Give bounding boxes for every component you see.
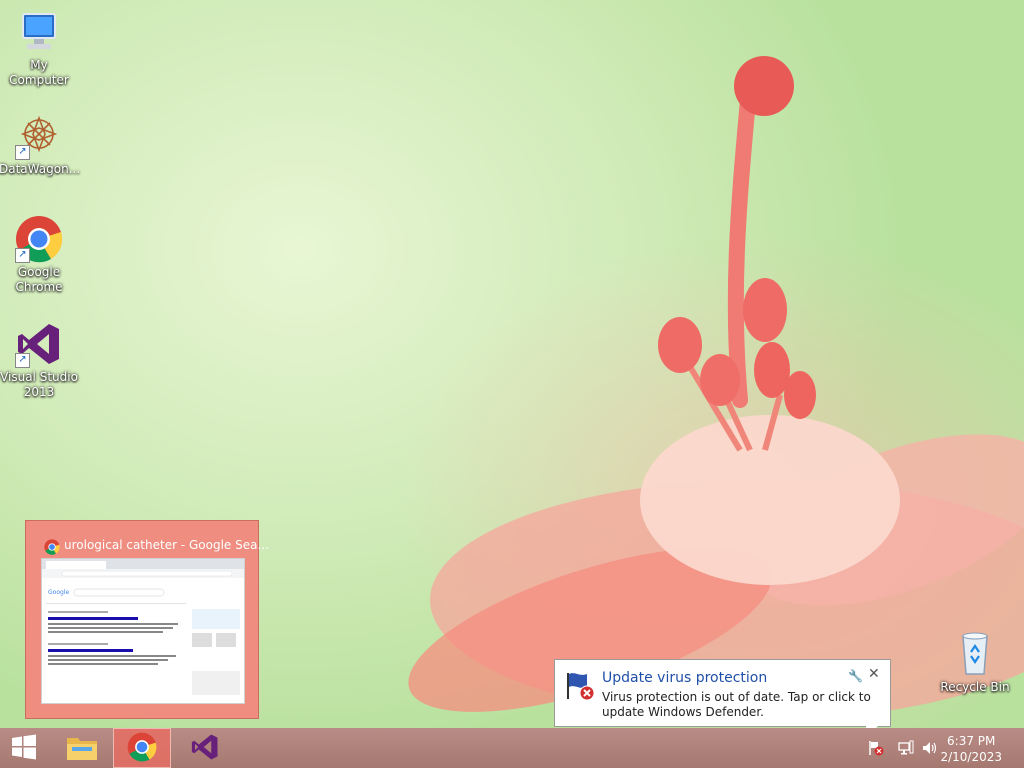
notification-toast[interactable]: Update virus protection Virus protection… <box>554 659 891 727</box>
taskbar-file-explorer[interactable] <box>54 728 110 768</box>
visual-studio-icon: ↗ <box>15 320 63 368</box>
desktop-icon-datawagon[interactable]: ↗ DataWagon... <box>0 112 81 177</box>
taskbar-visual-studio[interactable] <box>177 728 233 768</box>
clock-time: 6:37 PM <box>947 734 996 748</box>
taskbar-thumbnail-preview[interactable]: urological catheter - Google Sea... Goog… <box>25 520 269 719</box>
desktop-icon-label: Google Chrome <box>15 265 63 294</box>
wallpaper-flower <box>408 56 1024 720</box>
close-icon[interactable]: ✕ <box>868 666 880 682</box>
shortcut-arrow-icon: ↗ <box>15 248 30 263</box>
taskbar-google-chrome[interactable] <box>113 728 171 768</box>
chrome-icon <box>127 732 157 765</box>
visual-studio-icon <box>190 732 220 765</box>
svg-text:Google: Google <box>48 589 69 596</box>
volume-icon[interactable] <box>922 740 938 756</box>
datawagon-icon: ↗ <box>15 112 63 160</box>
shortcut-arrow-icon: ↗ <box>15 353 30 368</box>
windows-defender-flag-icon <box>565 669 597 704</box>
notification-title: Update virus protection <box>602 670 768 686</box>
thumbnail-title: urological catheter - Google Sea... <box>64 538 269 552</box>
recycle-bin-icon <box>951 630 999 678</box>
desktop-icon-label: DataWagon... <box>0 162 81 176</box>
start-icon <box>11 734 37 763</box>
desktop-icon-visual-studio[interactable]: ↗ Visual Studio 2013 <box>0 320 79 400</box>
file-explorer-icon <box>66 733 98 764</box>
desktop-icon-label: Recycle Bin <box>940 680 1010 694</box>
desktop-icon-google-chrome[interactable]: ↗ Google Chrome <box>0 215 79 295</box>
desktop-icon-my-computer[interactable]: My Computer <box>0 8 79 88</box>
chrome-icon <box>44 539 60 558</box>
network-icon[interactable] <box>898 740 914 756</box>
chrome-icon: ↗ <box>15 215 63 263</box>
desktop-icon-recycle-bin[interactable]: Recycle Bin <box>935 630 1015 695</box>
taskbar-clock[interactable]: 6:37 PM 2/10/2023 <box>940 733 1002 765</box>
action-center-flag-icon[interactable] <box>868 740 884 756</box>
shortcut-arrow-icon: ↗ <box>15 145 30 160</box>
thumbnail-window-preview: Google <box>41 558 245 704</box>
desktop-icon-label: Visual Studio 2013 <box>0 370 78 399</box>
taskbar: 6:37 PM 2/10/2023 <box>0 728 1024 768</box>
my-computer-icon <box>15 8 63 56</box>
notification-body: Virus protection is out of date. Tap or … <box>602 690 871 719</box>
desktop-icon-label: My Computer <box>9 58 69 87</box>
clock-date: 2/10/2023 <box>940 750 1002 764</box>
settings-wrench-icon[interactable]: 🔧 <box>848 669 863 683</box>
start-button[interactable] <box>0 728 48 768</box>
